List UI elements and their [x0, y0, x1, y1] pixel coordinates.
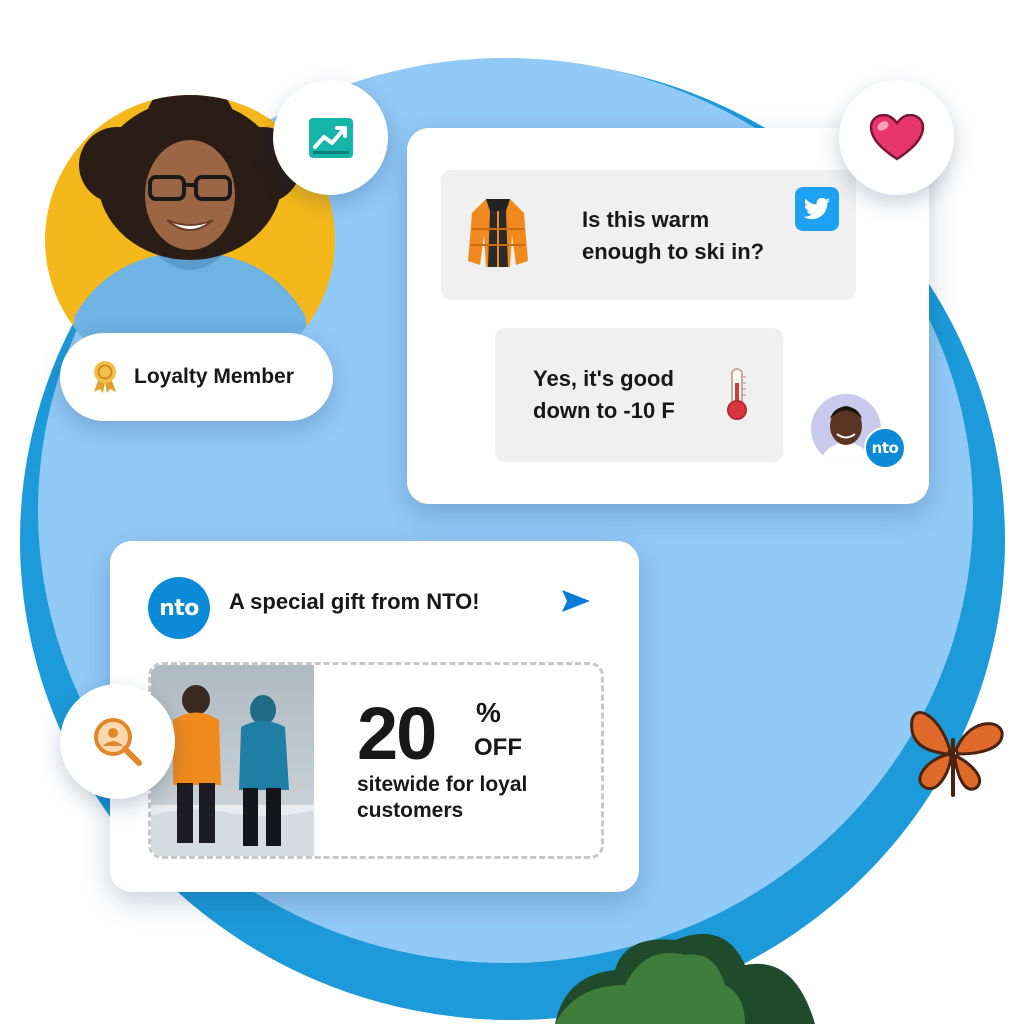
trend-chart-icon	[308, 117, 353, 158]
send-button[interactable]	[560, 588, 592, 614]
butterfly-decoration	[910, 711, 1004, 797]
gift-title: A special gift from NTO!	[229, 589, 480, 614]
discount-description: sitewide for loyal customers	[357, 773, 528, 822]
search-button[interactable]	[60, 684, 175, 799]
heart-icon	[869, 113, 924, 160]
search-person-icon	[93, 717, 142, 766]
send-icon	[562, 590, 590, 612]
discount-amount: 20	[357, 692, 437, 775]
customer-message-text: Is this warm enough to ski in?	[582, 207, 765, 264]
twitter-button[interactable]	[795, 187, 839, 231]
loyalty-label: Loyalty Member	[134, 365, 294, 388]
analytics-button[interactable]	[273, 80, 388, 195]
thermometer-icon	[727, 368, 747, 420]
coupon-photo	[151, 665, 314, 856]
favorite-button[interactable]	[839, 80, 954, 195]
twitter-icon	[803, 197, 830, 220]
hikers-photo	[151, 685, 314, 856]
bush-decoration	[555, 933, 815, 1024]
loyalty-member-badge: Loyalty Member	[60, 333, 333, 421]
discount-percent-sign: %	[476, 697, 501, 728]
award-ribbon-icon	[94, 361, 116, 393]
brand-badge: nto	[148, 577, 210, 639]
agent-reply-text: Yes, it's good down to -10 F	[533, 366, 675, 423]
agent-brand-badge: nto	[864, 427, 906, 469]
discount-off-label: OFF	[474, 734, 522, 761]
jacket-icon	[468, 199, 528, 267]
